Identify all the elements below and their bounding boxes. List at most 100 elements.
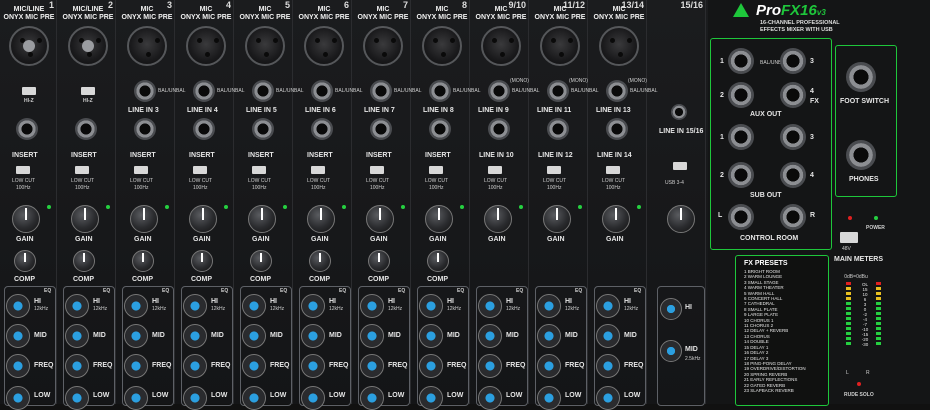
control-room-l-jack[interactable]: [728, 204, 754, 230]
line-in-jack[interactable]: [488, 80, 510, 102]
gain-knob[interactable]: [602, 205, 630, 233]
low-cut-switch[interactable]: [75, 166, 89, 174]
insert-jack[interactable]: [488, 118, 510, 140]
hi-eq-knob[interactable]: [6, 294, 30, 318]
hi-eq-knob[interactable]: [301, 294, 325, 318]
freq-knob[interactable]: [6, 354, 30, 378]
line-in-jack[interactable]: [606, 80, 628, 102]
line-in-jack[interactable]: [134, 80, 156, 102]
xlr-input-jack[interactable]: [304, 26, 344, 66]
mid-eq-knob[interactable]: [65, 324, 89, 348]
low-cut-switch[interactable]: [370, 166, 384, 174]
freq-knob[interactable]: [124, 354, 148, 378]
sub-out-1-jack[interactable]: [728, 124, 754, 150]
freq-knob[interactable]: [419, 354, 443, 378]
comp-knob[interactable]: [427, 250, 449, 272]
hi-eq-knob[interactable]: [124, 294, 148, 318]
hi-eq-knob[interactable]: [65, 294, 89, 318]
freq-knob[interactable]: [65, 354, 89, 378]
low-cut-switch[interactable]: [547, 166, 561, 174]
gain-knob[interactable]: [248, 205, 276, 233]
low-eq-knob[interactable]: [419, 386, 443, 410]
hi-eq-knob[interactable]: [478, 294, 502, 318]
freq-knob[interactable]: [596, 354, 620, 378]
low-cut-switch[interactable]: [16, 166, 30, 174]
mid-eq-knob[interactable]: [360, 324, 384, 348]
mid-eq-knob[interactable]: [419, 324, 443, 348]
freq-knob[interactable]: [183, 354, 207, 378]
line-in-jack[interactable]: [193, 80, 215, 102]
insert-jack[interactable]: [429, 118, 451, 140]
line-in-jack[interactable]: [252, 80, 274, 102]
hi-z-switch[interactable]: [22, 87, 36, 95]
xlr-input-jack[interactable]: [127, 26, 167, 66]
line-in-jack[interactable]: [429, 80, 451, 102]
comp-knob[interactable]: [368, 250, 390, 272]
gain-knob[interactable]: [425, 205, 453, 233]
freq-knob[interactable]: [242, 354, 266, 378]
aux-out-4-jack[interactable]: [780, 82, 806, 108]
low-eq-knob[interactable]: [360, 386, 384, 410]
phones-jack[interactable]: [846, 140, 876, 170]
mid-eq-knob[interactable]: [183, 324, 207, 348]
aux-out-3-jack[interactable]: [780, 48, 806, 74]
hi-eq-knob[interactable]: [419, 294, 443, 318]
xlr-input-jack[interactable]: [68, 26, 108, 66]
xlr-input-jack[interactable]: [481, 26, 521, 66]
insert-jack[interactable]: [547, 118, 569, 140]
gain-knob[interactable]: [12, 205, 40, 233]
mid-eq-knob[interactable]: [124, 324, 148, 348]
mid-eq-knob[interactable]: [301, 324, 325, 348]
gain-knob[interactable]: [307, 205, 335, 233]
freq-knob[interactable]: [537, 354, 561, 378]
xlr-input-jack[interactable]: [599, 26, 639, 66]
hi-z-switch[interactable]: [81, 87, 95, 95]
gain-knob[interactable]: [189, 205, 217, 233]
comp-knob[interactable]: [191, 250, 213, 272]
insert-jack[interactable]: [252, 118, 274, 140]
hi-eq-knob[interactable]: [183, 294, 207, 318]
freq-knob[interactable]: [478, 354, 502, 378]
insert-jack[interactable]: [134, 118, 156, 140]
low-eq-knob[interactable]: [596, 386, 620, 410]
line-in-15-16-jack[interactable]: [671, 104, 687, 120]
xlr-input-jack[interactable]: [540, 26, 580, 66]
comp-knob[interactable]: [309, 250, 331, 272]
mid-eq-knob[interactable]: [6, 324, 30, 348]
gain-knob[interactable]: [366, 205, 394, 233]
xlr-input-jack[interactable]: [363, 26, 403, 66]
mid-eq-knob[interactable]: [478, 324, 502, 348]
xlr-input-jack[interactable]: [9, 26, 49, 66]
hi-eq-knob[interactable]: [242, 294, 266, 318]
hi-eq-knob[interactable]: [537, 294, 561, 318]
foot-switch-jack[interactable]: [846, 62, 876, 92]
gain-knob[interactable]: [71, 205, 99, 233]
freq-knob[interactable]: [301, 354, 325, 378]
hi-eq-knob[interactable]: [596, 294, 620, 318]
low-cut-switch[interactable]: [311, 166, 325, 174]
phantom-48v-switch[interactable]: [840, 232, 858, 243]
gain-knob[interactable]: [484, 205, 512, 233]
gain-knob-15-16[interactable]: [667, 205, 695, 233]
low-cut-switch[interactable]: [134, 166, 148, 174]
low-cut-switch[interactable]: [488, 166, 502, 174]
comp-knob[interactable]: [14, 250, 36, 272]
usb-3-4-switch[interactable]: [673, 162, 687, 170]
aux-out-2-jack[interactable]: [728, 82, 754, 108]
low-cut-switch[interactable]: [193, 166, 207, 174]
comp-knob[interactable]: [73, 250, 95, 272]
comp-knob[interactable]: [132, 250, 154, 272]
sub-out-4-jack[interactable]: [780, 162, 806, 188]
insert-jack[interactable]: [193, 118, 215, 140]
insert-jack[interactable]: [370, 118, 392, 140]
low-cut-switch[interactable]: [252, 166, 266, 174]
insert-jack[interactable]: [75, 118, 97, 140]
low-eq-knob[interactable]: [65, 386, 89, 410]
xlr-input-jack[interactable]: [186, 26, 226, 66]
hi-eq-knob-15-16[interactable]: [660, 298, 682, 320]
line-in-jack[interactable]: [547, 80, 569, 102]
low-eq-knob[interactable]: [478, 386, 502, 410]
low-eq-knob[interactable]: [183, 386, 207, 410]
xlr-input-jack[interactable]: [422, 26, 462, 66]
low-eq-knob[interactable]: [124, 386, 148, 410]
